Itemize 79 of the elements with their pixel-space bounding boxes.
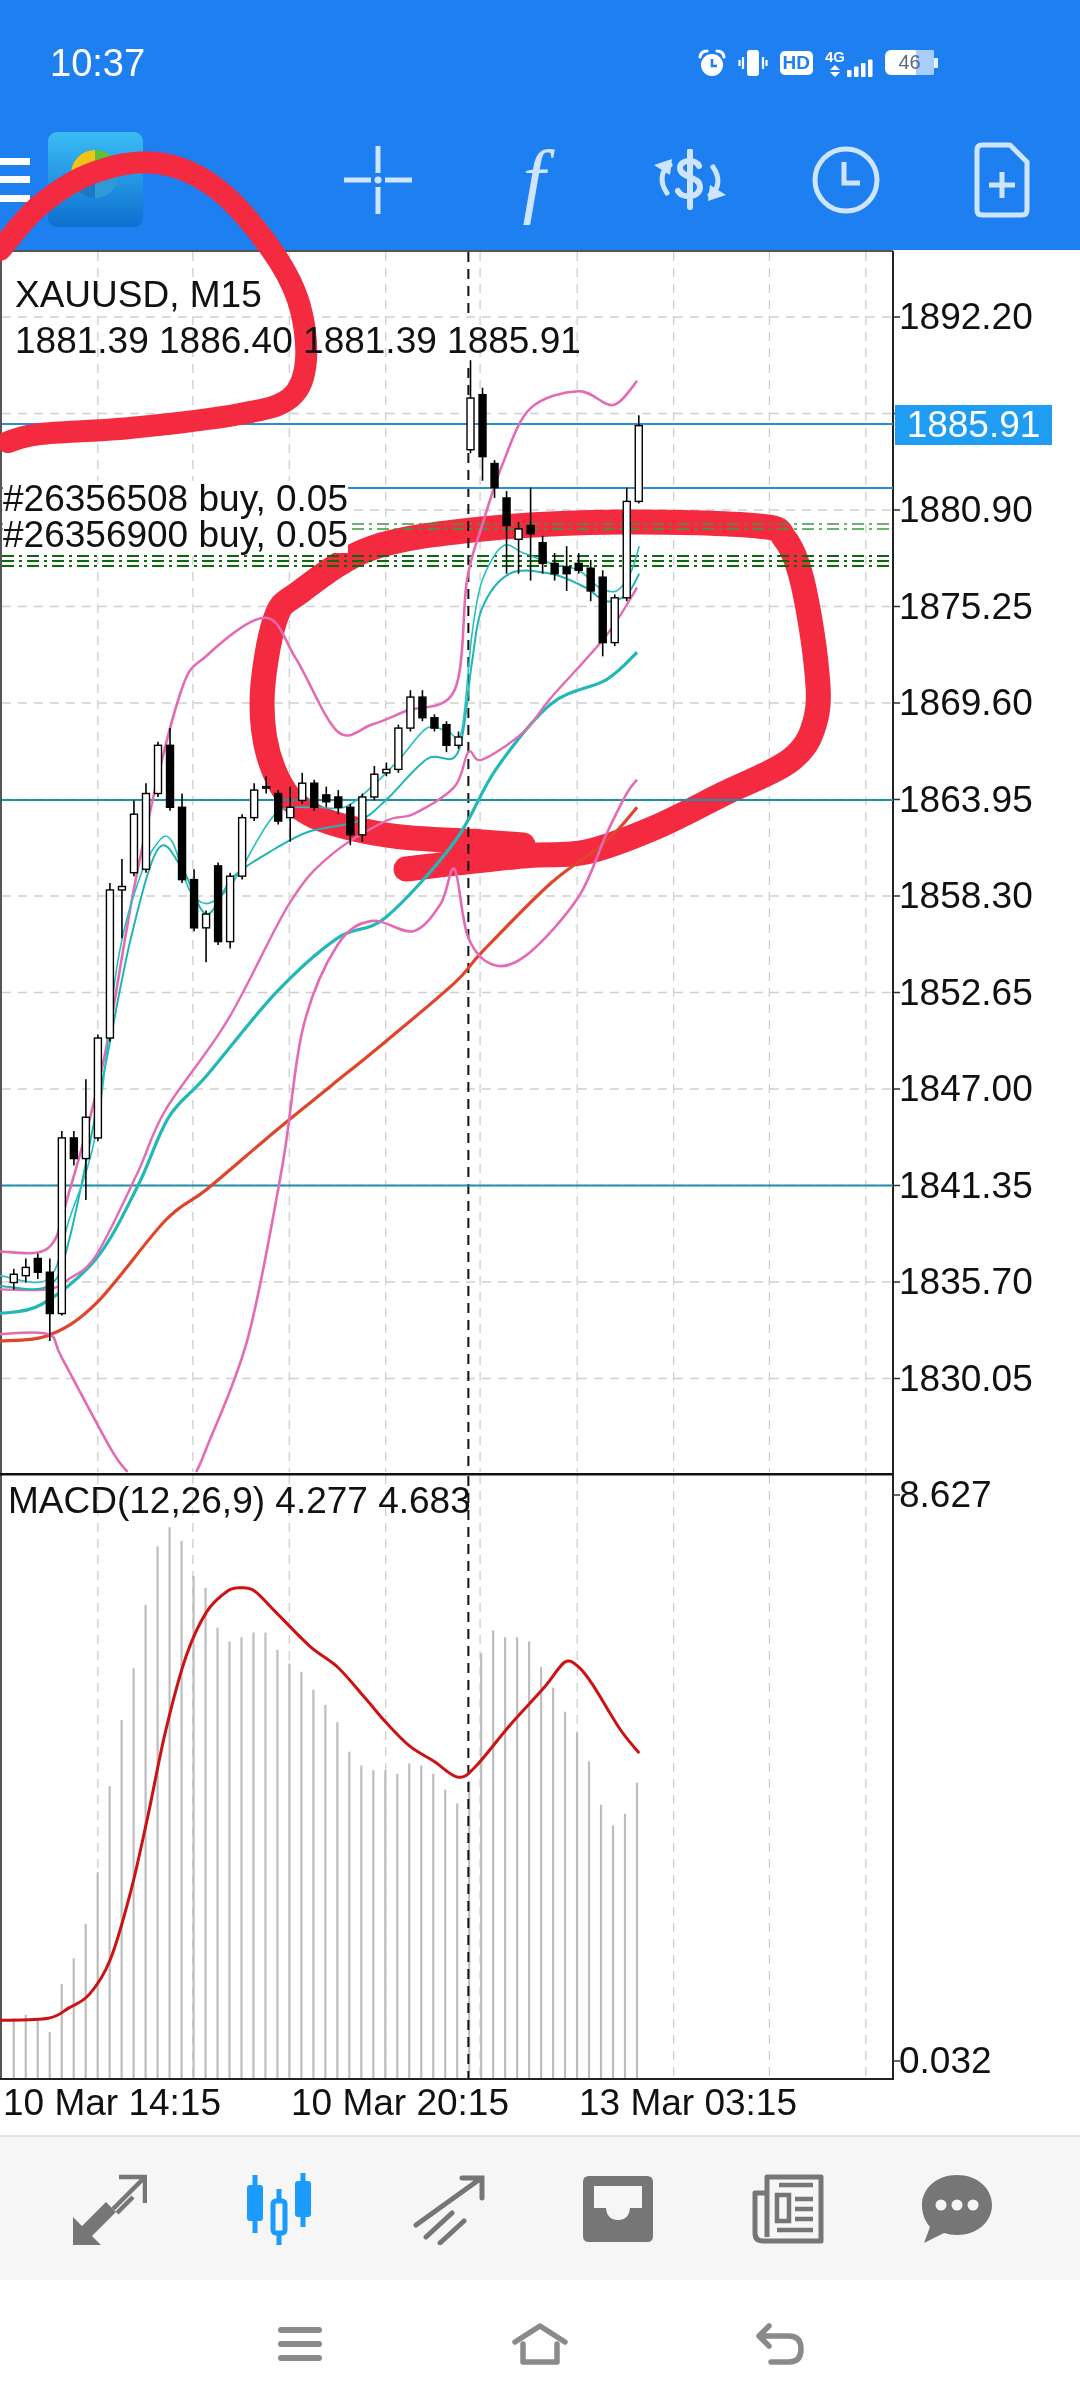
candle — [430, 713, 439, 733]
network-type-label: 4G — [825, 48, 845, 64]
home-icon — [511, 2322, 569, 2366]
price-axis-label: 1835.70 — [899, 1261, 1033, 1303]
diagonal-arrows-icon — [72, 2172, 147, 2245]
menu-icon — [277, 2326, 323, 2362]
macd-indicator-title: MACD(12,26,9) 4.277 4.683 — [8, 1480, 471, 1522]
price-axis-label: 1841.35 — [899, 1164, 1033, 1207]
candle — [298, 772, 307, 805]
candle — [538, 535, 547, 575]
price-axis-label: 1880.90 — [899, 489, 1033, 531]
price-axis-label: 1892.20 — [899, 296, 1033, 338]
candle — [610, 593, 619, 647]
candle — [153, 741, 163, 798]
price-axis-label: 1875.25 — [899, 585, 1033, 628]
candle — [406, 689, 415, 733]
clock-icon — [812, 145, 880, 214]
candle — [442, 720, 451, 753]
candle — [21, 1257, 30, 1284]
time-axis-label: 13 Mar 03:15 — [579, 2082, 798, 2124]
candle — [550, 552, 559, 582]
data-arrows-icon — [829, 64, 841, 77]
histogram-bar — [48, 2032, 51, 2078]
vibrate-icon — [737, 48, 768, 77]
candle — [274, 789, 283, 826]
candle — [418, 689, 427, 722]
candle — [574, 552, 583, 575]
price-axis-label: 1852.65 — [899, 971, 1033, 1014]
current-price-label: 1885.91 — [895, 405, 1052, 445]
indicator-button[interactable]: f — [456, 131, 612, 228]
price-axis-label: 1847.00 — [899, 1068, 1033, 1110]
inbox-tray-icon — [581, 2173, 656, 2244]
macd-axis-label: 8.627 — [899, 1474, 992, 1516]
candle — [346, 803, 355, 846]
price-axis-label: 1863.95 — [899, 778, 1033, 821]
time-axis-label: 10 Mar 14:15 — [3, 2082, 222, 2124]
price-axis-label: 1858.30 — [899, 875, 1033, 917]
document-plus-icon — [974, 141, 1030, 218]
candle — [322, 785, 331, 809]
candle — [237, 813, 247, 881]
candle — [69, 1130, 79, 1167]
crosshair-icon — [344, 145, 412, 214]
hd-badge: HD — [779, 50, 813, 75]
candle — [394, 723, 403, 774]
candle — [586, 559, 595, 603]
macd-axis-label: 0.032 — [899, 2040, 992, 2082]
menu-button[interactable] — [0, 157, 30, 202]
back-icon — [755, 2322, 805, 2366]
alarm-clock-icon — [697, 48, 726, 77]
candle — [262, 775, 271, 795]
candle — [334, 789, 343, 815]
candle — [490, 459, 499, 499]
candle — [454, 730, 463, 750]
candle — [310, 778, 319, 812]
status-time: 10:37 — [50, 40, 146, 85]
chat-bubble-icon — [920, 2172, 995, 2245]
candle — [370, 765, 379, 802]
menu-icon — [0, 157, 30, 202]
time-axis-label: 10 Mar 20:15 — [291, 2082, 510, 2124]
candle — [189, 868, 199, 933]
candle — [358, 792, 367, 843]
battery-indicator: 46 — [885, 50, 938, 75]
price-axis-label: 1830.05 — [899, 1357, 1033, 1400]
candle — [286, 785, 295, 843]
candle — [382, 761, 391, 778]
histogram-bar — [24, 2014, 27, 2078]
candle — [562, 545, 571, 592]
chart-symbol-title: XAUUSD, M15 — [15, 273, 262, 317]
candle — [9, 1268, 18, 1291]
candle — [249, 782, 259, 822]
newspaper-icon — [750, 2172, 825, 2245]
price-axis-label: 1869.60 — [899, 682, 1033, 724]
signal-icon — [847, 58, 873, 77]
order-label: #26356508 buy, 0.05 — [3, 481, 348, 517]
candle — [201, 909, 211, 964]
candle — [33, 1252, 42, 1280]
histogram-bar — [36, 2018, 39, 2078]
candle — [514, 521, 523, 575]
histogram-bar — [12, 2018, 15, 2078]
